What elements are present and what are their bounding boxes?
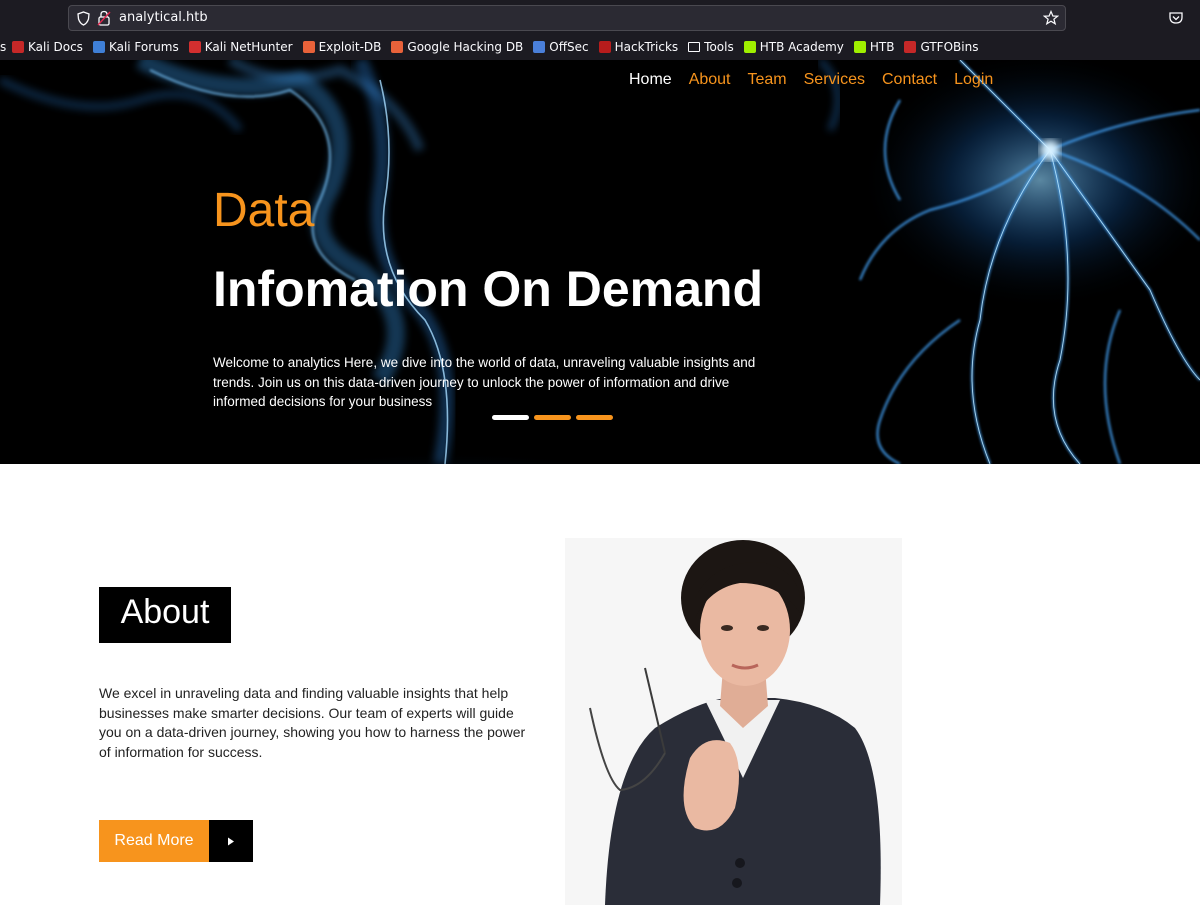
nav-link-home[interactable]: Home <box>629 71 672 89</box>
nav-link-login[interactable]: Login <box>954 71 993 89</box>
bookmark-label: GTFOBins <box>920 40 979 54</box>
hero-section: Home About Team Services Contact Login Data I… <box>0 60 1200 464</box>
pocket-icon[interactable] <box>1168 10 1184 26</box>
bookmark-item[interactable]: Tools <box>688 40 734 54</box>
kali-nethunter-icon <box>188 41 201 53</box>
bookmark-overflow-edge: s <box>0 40 7 54</box>
bookmark-label: Exploit-DB <box>318 40 382 54</box>
carousel-indicators <box>492 415 618 420</box>
nav-link-contact[interactable]: Contact <box>882 71 937 89</box>
bookmarks-toolbar: s Kali Docs Kali Forums Kali NetHunter Expl… <box>0 36 988 58</box>
hacktricks-icon <box>598 41 611 53</box>
shield-icon[interactable] <box>77 11 90 26</box>
bookmark-star-icon[interactable] <box>1043 10 1059 26</box>
htb-icon <box>853 41 866 53</box>
exploit-db-icon <box>302 41 315 53</box>
about-description: We excel in unraveling data and finding … <box>99 685 526 760</box>
carousel-indicator[interactable] <box>534 415 571 420</box>
bookmark-item[interactable]: Kali NetHunter <box>188 40 293 54</box>
businesswoman-photo <box>565 538 902 905</box>
bookmark-label: Kali Docs <box>28 40 83 54</box>
about-heading-box: About <box>99 587 231 643</box>
bookmark-item[interactable]: HackTricks <box>598 40 679 54</box>
bookmark-label: Kali Forums <box>108 40 179 54</box>
url-text[interactable]: analytical.htb <box>119 10 208 25</box>
bookmark-item[interactable]: OffSec <box>533 40 589 54</box>
bookmark-item[interactable]: HTB Academy <box>743 40 844 54</box>
about-title: About <box>120 593 210 631</box>
bookmark-item[interactable]: GTFOBins <box>904 40 978 54</box>
main-navigation: Home About Team Services Contact Login <box>629 71 1010 89</box>
bookmark-label: Tools <box>704 40 734 54</box>
hero-title: Infomation On Demand <box>213 261 763 317</box>
read-more-label[interactable]: Read More <box>99 820 209 862</box>
kali-docs-icon <box>12 41 24 53</box>
bookmark-label: HackTricks <box>614 40 679 54</box>
bookmark-item[interactable]: Kali Forums <box>92 40 179 54</box>
bookmark-label: OffSec <box>549 40 589 54</box>
hero-description: Welcome to analytics Here, we dive into … <box>213 355 756 409</box>
nav-link-services[interactable]: Services <box>804 71 865 89</box>
bookmark-item[interactable]: HTB <box>853 40 895 54</box>
ghdb-icon <box>391 41 404 53</box>
bookmark-item[interactable]: Google Hacking DB <box>391 40 523 54</box>
lock-icon[interactable] <box>97 10 111 26</box>
bookmark-label: HTB <box>869 40 895 54</box>
offsec-icon <box>533 41 546 53</box>
play-arrow-icon[interactable] <box>209 820 253 862</box>
bookmark-item[interactable]: Exploit-DB <box>302 40 382 54</box>
browser-chrome: analytical.htb s Kali Docs Kali Forums Kal… <box>0 0 1200 60</box>
hero-kicker: Data <box>213 184 315 237</box>
bookmark-item[interactable]: Kali Docs <box>12 40 83 54</box>
bookmark-label: Kali NetHunter <box>204 40 293 54</box>
bookmark-label: HTB Academy <box>759 40 844 54</box>
carousel-indicator[interactable] <box>492 415 529 420</box>
address-bar[interactable]: analytical.htb <box>68 5 1066 31</box>
nav-link-about[interactable]: About <box>689 71 731 89</box>
kali-forums-icon <box>92 41 105 53</box>
bookmark-label: Google Hacking DB <box>407 40 524 54</box>
nav-link-team[interactable]: Team <box>748 71 787 89</box>
folder-icon <box>688 42 701 52</box>
htb-academy-icon <box>743 41 756 53</box>
read-more-button[interactable]: Read More <box>99 820 253 862</box>
carousel-indicator[interactable] <box>576 415 613 420</box>
gtfobins-icon <box>904 41 917 53</box>
